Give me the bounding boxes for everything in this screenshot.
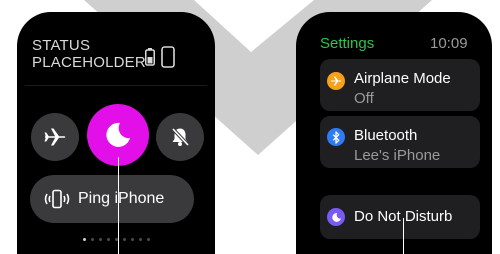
settings-row-bluetooth[interactable]: Bluetooth Lee's iPhone	[320, 116, 480, 168]
page-dot	[90, 238, 94, 241]
bluetooth-icon	[327, 128, 345, 146]
page-dot	[98, 238, 102, 241]
page-dot	[130, 238, 134, 241]
airplane-icon	[44, 128, 66, 146]
phone-connection-icon	[161, 46, 175, 68]
figure: STATUS PLACEHOLDER Ping iPhone Settings …	[0, 0, 500, 254]
page-dot	[122, 238, 126, 241]
settings-row-airplane-mode[interactable]: Airplane Mode Off	[320, 59, 480, 111]
header-divider	[25, 85, 207, 86]
ping-iphone-label: Ping iPhone	[78, 190, 165, 207]
airplane-icon	[327, 72, 345, 90]
bell-slash-icon	[171, 127, 190, 147]
callout-line	[118, 157, 119, 254]
row-label: Airplane Mode	[354, 70, 451, 87]
row-value: Lee's iPhone	[354, 147, 441, 164]
watch-screen-settings: Settings 10:09 Airplane Mode Off Bluetoo…	[296, 12, 492, 254]
status-placeholder: STATUS PLACEHOLDER	[32, 38, 146, 70]
ping-phone-icon	[42, 189, 72, 209]
moon-icon	[106, 122, 130, 147]
status-line-2: PLACEHOLDER	[32, 54, 146, 71]
page-dot	[82, 238, 86, 241]
settings-row-do-not-disturb[interactable]: Do Not Disturb	[320, 195, 480, 239]
page-indicator	[17, 238, 215, 241]
silent-mode-toggle[interactable]	[156, 113, 204, 161]
page-dot	[146, 238, 150, 241]
settings-title: Settings	[320, 35, 375, 52]
airplane-mode-toggle[interactable]	[31, 113, 79, 161]
page-dot	[106, 238, 110, 241]
watch-screen-glance: STATUS PLACEHOLDER Ping iPhone	[17, 12, 215, 254]
status-line-1: STATUS	[32, 37, 91, 54]
status-icons	[145, 46, 175, 68]
row-label: Bluetooth	[354, 127, 418, 144]
callout-line	[403, 218, 404, 254]
page-dot	[138, 238, 142, 241]
ping-iphone-button[interactable]: Ping iPhone	[30, 175, 194, 223]
battery-icon	[145, 48, 155, 66]
row-value: Off	[354, 90, 374, 107]
clock-time: 10:09	[430, 35, 468, 52]
moon-icon	[327, 208, 345, 226]
